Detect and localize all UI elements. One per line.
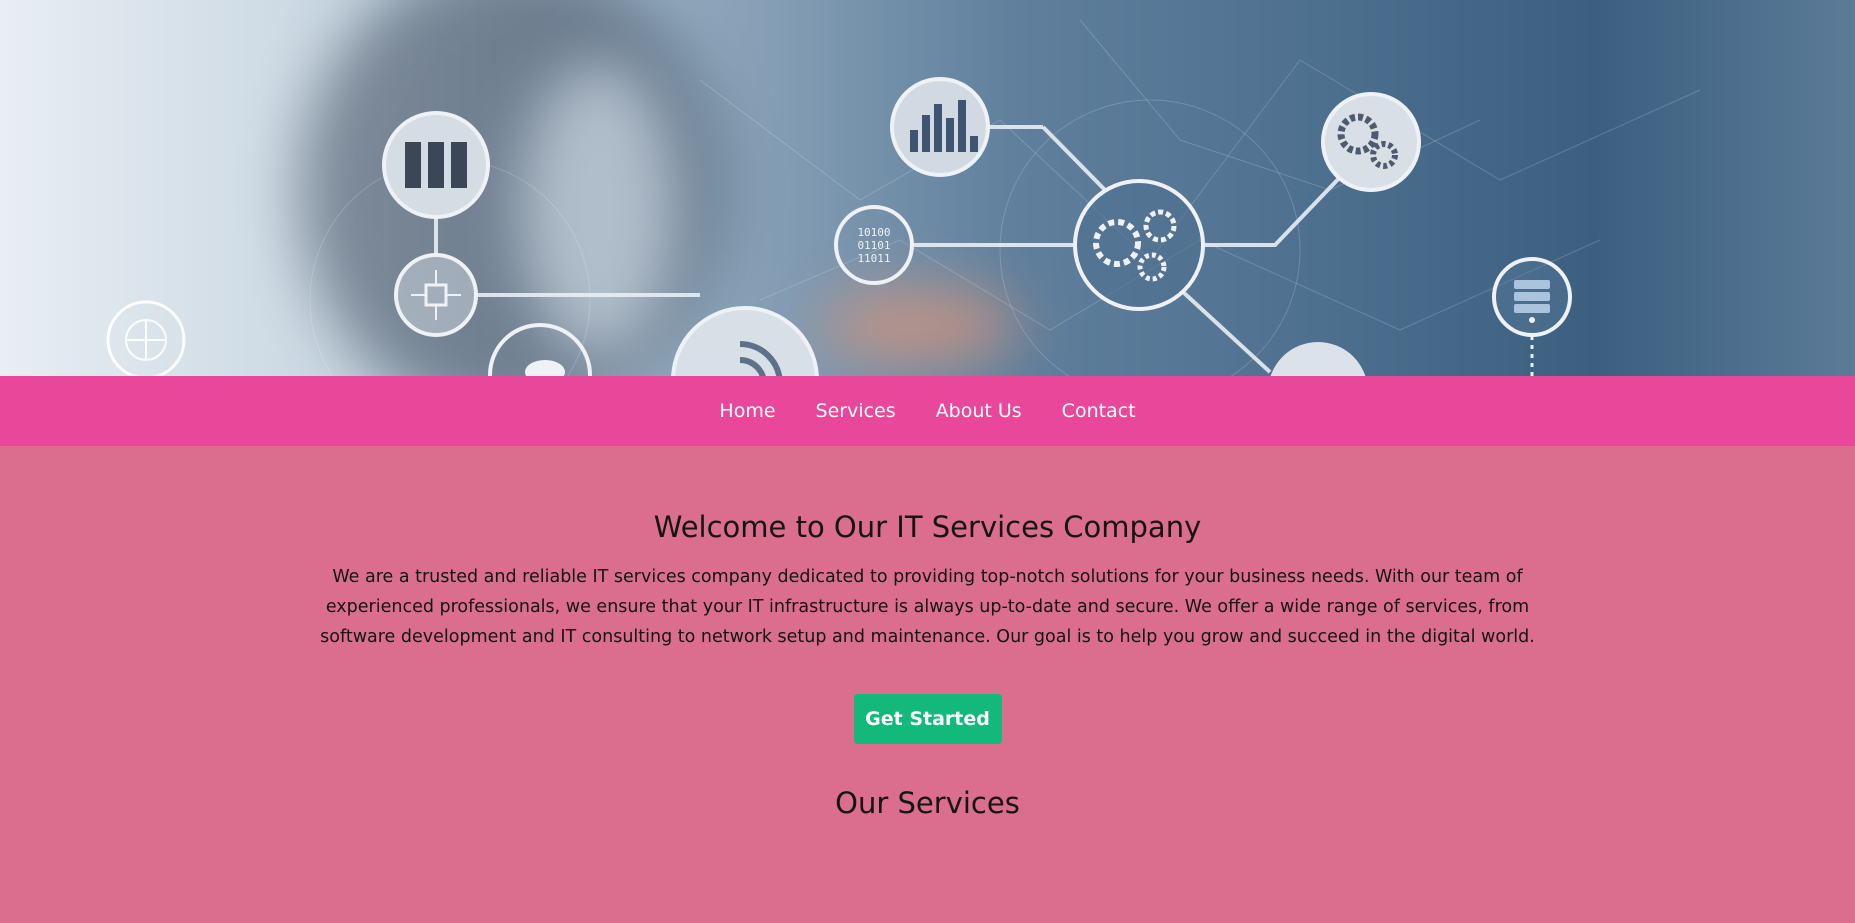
svg-text:10100: 10100 <box>857 226 890 239</box>
hero-banner: 10100 01101 11011 <box>0 0 1855 376</box>
services-heading: Our Services <box>835 786 1020 820</box>
bar-chart-icon <box>890 77 990 177</box>
wifi-icon <box>671 306 819 376</box>
nav-about-us[interactable]: About Us <box>936 394 1022 428</box>
globe-icon <box>106 300 186 376</box>
binary-code-icon: 10100 01101 11011 <box>834 205 914 285</box>
nav-services[interactable]: Services <box>816 394 896 428</box>
chip-icon <box>394 253 478 337</box>
nav-home[interactable]: Home <box>719 394 775 428</box>
hero-network-graphic: 10100 01101 11011 <box>106 19 1701 376</box>
page-title: Welcome to Our IT Services Company <box>653 510 1202 544</box>
nav-contact[interactable]: Contact <box>1062 394 1136 428</box>
server-icon <box>382 111 490 219</box>
database-icon <box>1492 257 1572 337</box>
svg-text:01101: 01101 <box>857 239 890 252</box>
main-nav: Home Services About Us Contact <box>0 376 1855 446</box>
intro-text: We are a trusted and reliable IT service… <box>320 567 1535 647</box>
partial-icon <box>1270 342 1366 376</box>
gears-icon <box>1073 179 1205 311</box>
cloud-icon <box>488 323 592 376</box>
get-started-button[interactable]: Get Started <box>853 694 1002 744</box>
main-content: Welcome to Our IT Services Company We ar… <box>0 446 1855 923</box>
svg-text:11011: 11011 <box>857 252 890 265</box>
gear-icon <box>1321 92 1421 192</box>
